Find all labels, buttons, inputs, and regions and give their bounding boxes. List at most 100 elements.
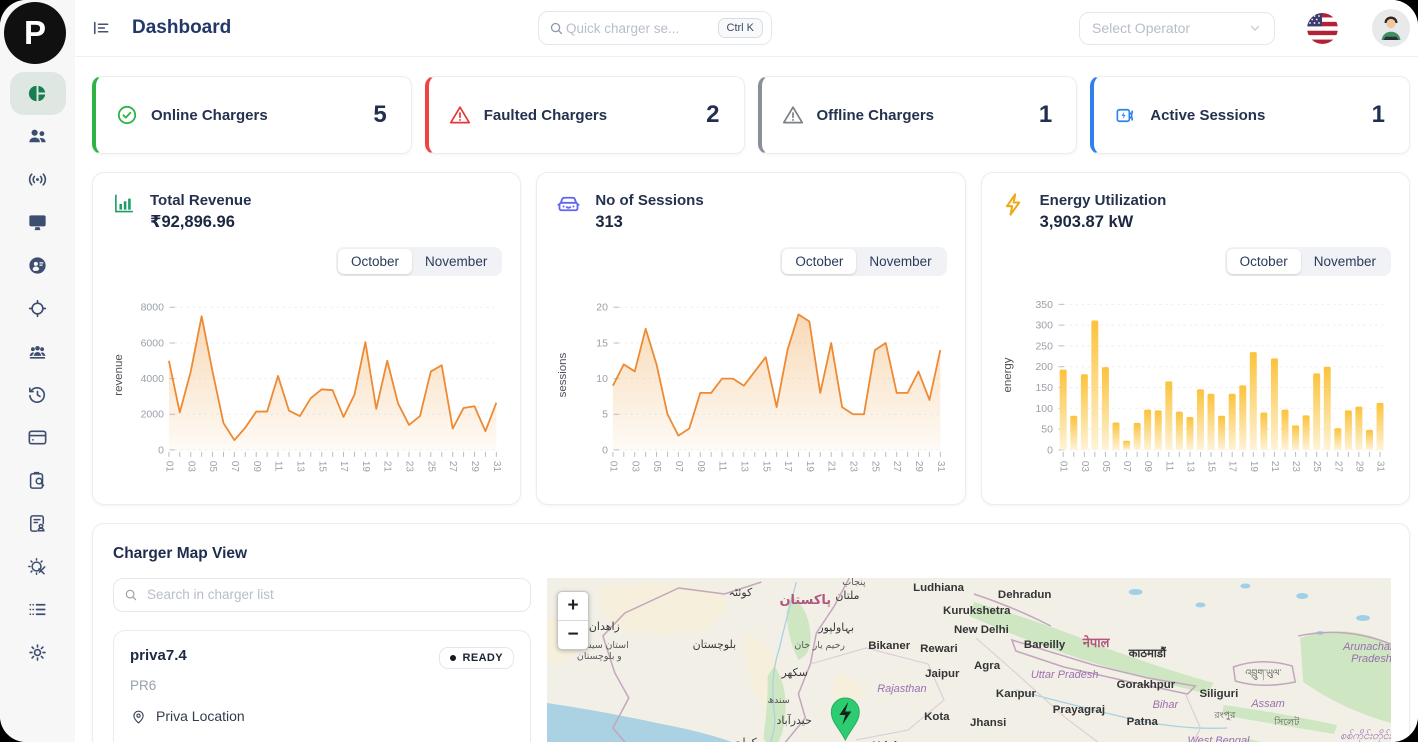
sidebar-item-audit[interactable] [10,459,66,502]
svg-text:09: 09 [251,460,262,472]
svg-text:07: 07 [673,460,684,472]
sidebar-toggle-button[interactable] [91,18,111,38]
svg-text:15: 15 [1205,460,1216,472]
map-canvas[interactable]: کوئٹہپاکستانملتانپنجابLudhianaKurukshetr… [547,578,1391,742]
revenue-area-chart: 0200040006000800001030507091113151719212… [111,286,502,498]
svg-text:Bihar: Bihar [1153,699,1180,711]
charger-list-item[interactable]: priva7.4 READY PR6 Priva Location [113,630,531,742]
card-value: 3,903.87 kW [1040,211,1167,233]
energy-card-header: Energy Utilization 3,903.87 kW [1000,191,1391,234]
sidebar-item-payments[interactable] [10,416,66,459]
charger-name: priva7.4 [130,647,187,664]
status-dot [450,655,456,661]
alert-triangle-icon [449,104,471,126]
svg-text:19: 19 [804,460,815,472]
svg-text:03: 03 [1079,460,1090,472]
team-icon [26,340,49,363]
tab-october[interactable]: October [1227,249,1301,274]
sidebar-item-users[interactable] [10,115,66,158]
svg-text:17: 17 [782,460,793,472]
status-card-online-chargers[interactable]: Online Chargers 5 [92,76,412,154]
status-label: Active Sessions [1150,107,1265,124]
sidebar-item-broadcast[interactable] [10,158,66,201]
month-toggle: October November [1225,247,1391,276]
sidebar-item-monitor[interactable] [10,201,66,244]
svg-text:07: 07 [1121,460,1132,472]
car-icon [555,191,582,218]
svg-text:31: 31 [491,460,502,472]
svg-text:31: 31 [935,460,946,472]
svg-text:13: 13 [294,460,305,472]
card-title: Energy Utilization [1040,191,1167,211]
settings-gear-icon [26,641,49,664]
revenue-card-header: Total Revenue ₹92,896.96 [111,191,502,234]
zoom-in-button[interactable]: + [558,592,588,621]
tab-november[interactable]: November [856,249,944,274]
sidebar-item-location[interactable] [10,287,66,330]
language-flag-us[interactable] [1307,13,1338,44]
list-icon [26,598,49,621]
svg-text:energy: energy [1002,357,1014,392]
month-toggle: October November [336,247,502,276]
sidebar-item-history[interactable] [10,373,66,416]
sidebar-item-maintenance[interactable] [10,545,66,588]
report-person-icon [26,512,49,535]
tab-november[interactable]: November [1301,249,1389,274]
svg-text:စစ်ကိုင်းတိုင်း: စစ်ကိုင်းတိုင်း [1340,729,1391,742]
svg-text:revenue: revenue [113,354,125,395]
svg-text:20: 20 [597,302,609,313]
sidebar-item-settings[interactable] [10,631,66,674]
tab-october[interactable]: October [338,249,412,274]
status-cards-row: Online Chargers 5 Faulted Chargers 2 Off… [92,76,1410,154]
sidebar-item-customer[interactable] [10,244,66,287]
status-label: Online Chargers [151,107,268,124]
quick-search[interactable]: Ctrl K [538,11,772,45]
svg-text:Kanpur: Kanpur [996,688,1037,700]
broadcast-icon [26,168,49,191]
charger-list-search-input[interactable] [145,586,520,603]
sidebar-item-list[interactable] [10,588,66,631]
status-card-offline-chargers[interactable]: Offline Chargers 1 [758,76,1078,154]
charging-icon [1114,104,1137,127]
revenue-chart-card: Total Revenue ₹92,896.96 October Novembe… [92,172,521,505]
svg-text:Prayagraj: Prayagraj [1053,704,1105,716]
svg-text:Agra: Agra [974,660,1001,672]
svg-text:23: 23 [403,460,414,472]
svg-text:حیدرآباد: حیدرآباد [776,713,811,727]
svg-text:0: 0 [1047,445,1053,456]
svg-text:Kota: Kota [924,711,950,723]
sidebar-item-team[interactable] [10,330,66,373]
status-card-faulted-chargers[interactable]: Faulted Chargers 2 [425,76,745,154]
svg-text:Arunachal: Arunachal [1342,641,1391,653]
svg-text:300: 300 [1035,320,1053,331]
search-icon [549,21,564,36]
check-circle-icon [116,104,138,126]
card-title: Total Revenue [150,191,251,211]
svg-text:05: 05 [1100,460,1111,472]
svg-text:27: 27 [447,460,458,472]
tab-october[interactable]: October [782,249,856,274]
sidebar [0,0,75,742]
app-logo[interactable]: P [4,2,66,64]
quick-search-input[interactable] [564,20,718,37]
svg-text:15: 15 [597,338,609,349]
svg-text:New Delhi: New Delhi [954,624,1009,636]
svg-text:29: 29 [1353,460,1364,472]
svg-text:রংপুর: রংপুর [1213,710,1236,721]
map-view[interactable]: + − [547,578,1391,742]
map-zoom-control: + − [557,591,589,650]
sidebar-item-report[interactable] [10,502,66,545]
svg-text:21: 21 [382,460,393,472]
tab-november[interactable]: November [412,249,500,274]
status-card-active-sessions[interactable]: Active Sessions 1 [1090,76,1410,154]
user-avatar[interactable] [1372,9,1410,47]
operator-select[interactable]: Select Operator [1079,12,1275,45]
svg-text:13: 13 [739,460,750,472]
operator-select-value: Select Operator [1092,20,1190,36]
sidebar-item-dashboard[interactable] [10,72,66,115]
svg-text:Dehradun: Dehradun [998,589,1051,601]
zoom-out-button[interactable]: − [558,621,588,649]
svg-text:Assam: Assam [1250,698,1284,710]
svg-text:19: 19 [360,460,371,472]
charger-list-search[interactable] [113,578,531,612]
